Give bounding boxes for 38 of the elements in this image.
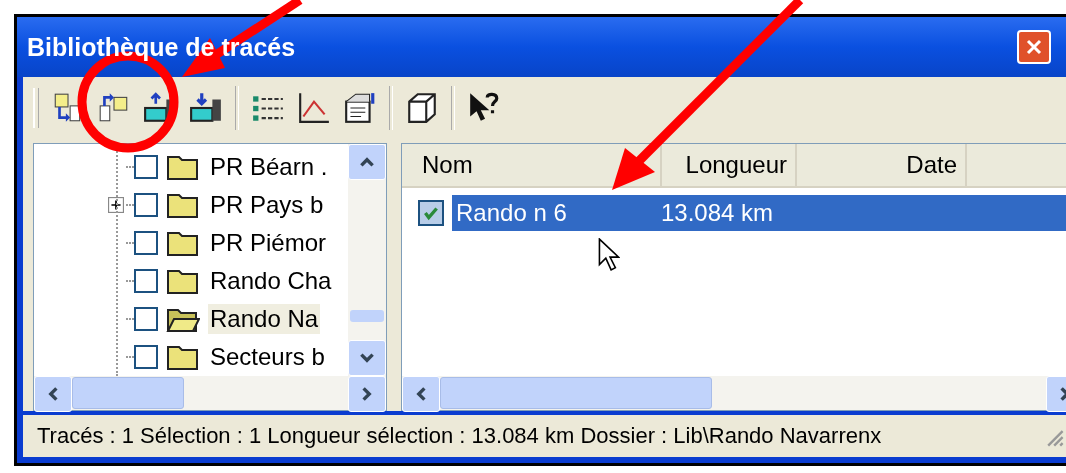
chart-icon[interactable] bbox=[297, 91, 331, 125]
tree-item[interactable]: Secteurs b bbox=[208, 342, 327, 372]
close-button[interactable] bbox=[1017, 30, 1051, 64]
expand-icon[interactable] bbox=[108, 197, 124, 213]
tree-item[interactable]: PR Piémor bbox=[208, 228, 329, 258]
cube-icon[interactable] bbox=[405, 91, 439, 125]
folder-icon bbox=[166, 229, 200, 257]
checkbox[interactable] bbox=[134, 269, 158, 293]
status-text: Tracés : 1 Sélection : 1 Longueur sélection : 13.084 km Dossier : Lib\Rando Navarrenx bbox=[37, 423, 883, 449]
scroll-thumb[interactable] bbox=[440, 377, 712, 409]
folder-icon bbox=[166, 267, 200, 295]
horizontal-scrollbar[interactable] bbox=[402, 376, 1066, 410]
properties-icon[interactable] bbox=[343, 91, 377, 125]
checkbox[interactable] bbox=[134, 345, 158, 369]
checkbox[interactable] bbox=[134, 193, 158, 217]
mouse-pointer-icon bbox=[598, 238, 620, 272]
scroll-thumb[interactable] bbox=[72, 377, 184, 409]
tree-item[interactable]: PR Béarn . bbox=[208, 152, 330, 182]
tree-item[interactable]: PR Pays b bbox=[208, 190, 326, 220]
horizontal-scrollbar[interactable] bbox=[34, 376, 386, 410]
scroll-thumb[interactable] bbox=[350, 310, 384, 322]
folder-icon bbox=[166, 153, 200, 181]
device-download-icon[interactable] bbox=[189, 91, 223, 125]
folder-icon bbox=[166, 343, 200, 371]
vertical-scrollbar[interactable] bbox=[348, 144, 386, 376]
tree-item[interactable]: Rando Na bbox=[208, 304, 321, 334]
table-cell: 13.084 km bbox=[661, 199, 774, 227]
checkbox[interactable] bbox=[134, 155, 158, 179]
checkbox[interactable] bbox=[134, 231, 158, 255]
tree-item[interactable]: Rando Cha bbox=[208, 266, 334, 296]
column-header[interactable]: Date bbox=[797, 144, 967, 186]
close-icon bbox=[1024, 37, 1044, 57]
table-cell-text: Rando n 6 bbox=[455, 199, 568, 227]
folder-icon bbox=[166, 191, 200, 219]
table-row[interactable]: Rando n 6 13.084 km bbox=[452, 195, 1066, 231]
checkbox[interactable] bbox=[418, 200, 444, 226]
checkbox[interactable] bbox=[134, 307, 158, 331]
column-header[interactable]: Longueur bbox=[662, 144, 797, 186]
